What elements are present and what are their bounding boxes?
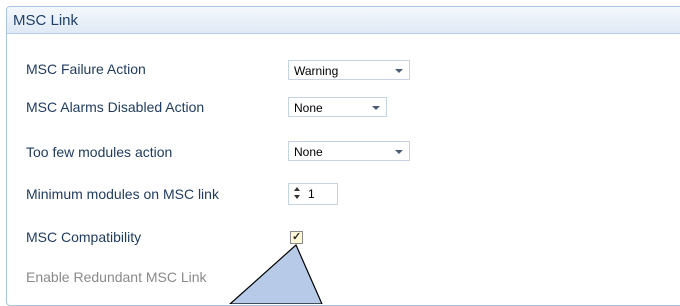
callout-triangle [229, 244, 323, 304]
callout-pointer [229, 244, 323, 304]
